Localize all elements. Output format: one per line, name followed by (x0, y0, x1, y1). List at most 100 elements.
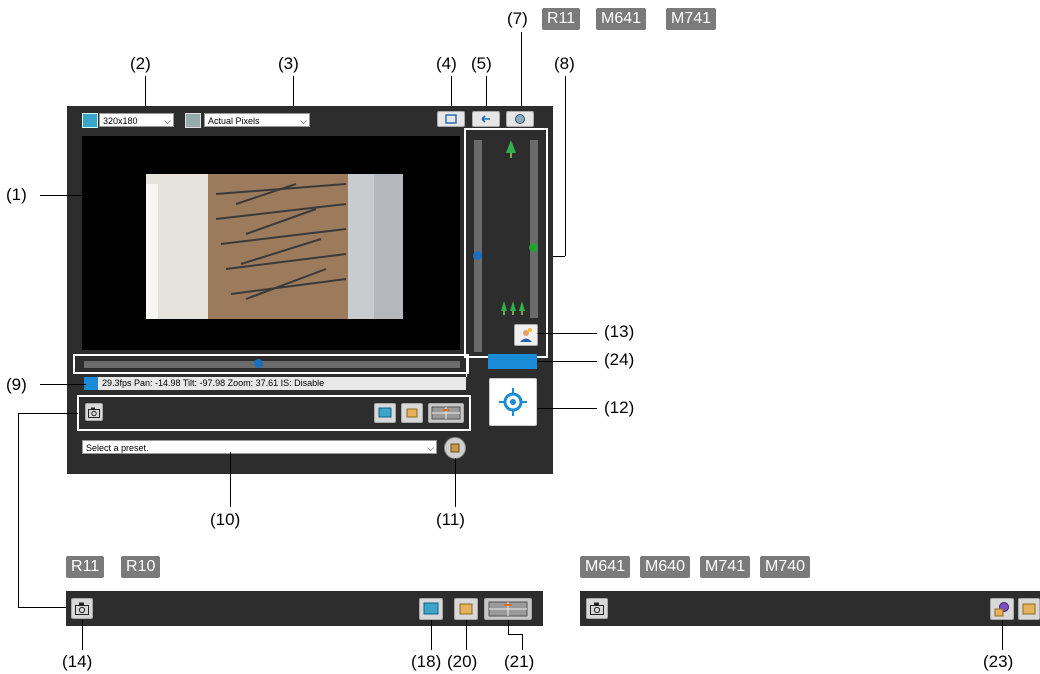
leader-11 (455, 458, 456, 507)
chevron-down-icon: ⌵ (300, 116, 307, 126)
leader-1 (40, 195, 145, 196)
split-button-detail[interactable] (484, 598, 532, 620)
callout-20: (20) (447, 652, 478, 671)
callout-7: (7) (507, 9, 528, 28)
memory-icon (459, 603, 473, 615)
view-mode-icon (378, 407, 392, 418)
leader-7 (521, 32, 522, 111)
camera-image (146, 174, 403, 319)
status-text: 29.3fps Pan: -14.98 Tilt: -97.98 Zoom: 3… (102, 378, 325, 388)
control-privilege-bar (488, 354, 537, 369)
video-size-select[interactable]: 320x180 ⌵ (99, 113, 174, 127)
memory-button[interactable] (401, 403, 423, 423)
pan-slider[interactable] (84, 361, 460, 368)
split-button[interactable] (428, 403, 464, 423)
backlight-icon (520, 328, 532, 342)
zoom-slider[interactable] (530, 140, 538, 318)
tilt-slider-handle[interactable] (473, 251, 482, 260)
pan-slider-handle[interactable] (254, 359, 263, 368)
badge-right-m641: M641 (580, 556, 631, 578)
callout-11: (11) (436, 510, 465, 529)
badge-top-m641: M641 (596, 8, 647, 30)
view-mode-button[interactable] (374, 403, 396, 423)
tilt-slider[interactable] (474, 140, 482, 352)
chevron-down-icon: ⌵ (164, 116, 171, 126)
leader-toolbar-v (18, 413, 19, 607)
snapshot-button[interactable] (85, 403, 103, 421)
preset-go-button[interactable] (444, 437, 466, 459)
badge-right-m741: M741 (700, 556, 751, 578)
leader-23 (1002, 620, 1003, 650)
leader-toolbar-h1 (18, 413, 78, 414)
memory-button-detail-m[interactable] (1018, 598, 1040, 620)
leader-24 (537, 361, 597, 362)
callout-4: (4) (436, 54, 457, 73)
leader-12 (537, 408, 597, 409)
settings-icon (515, 114, 525, 124)
badge-top-m741: M741 (666, 8, 717, 30)
snapshot-button-detail-m[interactable] (586, 598, 608, 619)
fullscreen-button[interactable] (437, 111, 465, 127)
settings-button[interactable] (506, 111, 534, 127)
callout-18: (18) (411, 652, 442, 671)
callout-10: (10) (210, 510, 241, 529)
callout-5: (5) (471, 54, 492, 73)
back-icon (481, 115, 490, 123)
snapshot-button-detail[interactable] (71, 598, 93, 619)
preset-placeholder: Select a preset. (86, 443, 149, 453)
callout-14: (14) (62, 652, 93, 671)
status-bar: 29.3fps Pan: -14.98 Tilt: -97.98 Zoom: 3… (84, 377, 466, 390)
target-icon (499, 388, 527, 416)
callout-12: (12) (604, 398, 635, 417)
display-size-select[interactable]: Actual Pixels ⌵ (204, 113, 310, 127)
callout-23: (23) (983, 652, 1014, 671)
badge-left-r11: R11 (66, 556, 105, 578)
tele-tree-icon (506, 140, 516, 158)
leader-21-v1 (508, 620, 509, 634)
video-size-icon (82, 113, 98, 128)
preset-select[interactable]: Select a preset. ⌵ (82, 440, 437, 454)
chevron-down-icon: ⌵ (427, 443, 434, 453)
leader-18 (431, 620, 432, 650)
display-size-value: Actual Pixels (208, 116, 260, 126)
fullscreen-icon (445, 114, 457, 124)
toolbar-detail-m-series (580, 591, 1040, 626)
badge-right-m640: M640 (640, 556, 691, 578)
frame-link-line (466, 357, 467, 377)
leader-toolbar-h2 (18, 607, 66, 608)
callout-9: (9) (6, 375, 27, 394)
callout-2: (2) (130, 54, 151, 73)
split-icon (431, 406, 461, 420)
audio-button[interactable] (990, 598, 1014, 620)
wide-trees-icon (501, 301, 525, 315)
leader-10 (230, 452, 231, 507)
callout-1: (1) (6, 185, 27, 204)
badge-right-m740: M740 (760, 556, 811, 578)
backlight-button[interactable] (514, 324, 538, 346)
callout-24: (24) (604, 350, 635, 369)
split-icon (488, 601, 528, 617)
memory-icon (406, 408, 418, 418)
view-mode-button-detail[interactable] (419, 598, 443, 620)
back-button[interactable] (472, 111, 500, 127)
info-icon (84, 377, 98, 390)
zoom-slider-handle[interactable] (529, 243, 538, 252)
memory-button-detail[interactable] (454, 598, 478, 620)
display-size-icon (185, 113, 201, 128)
badge-left-r10: R10 (121, 556, 161, 578)
leader-8 (565, 76, 566, 256)
preset-go-icon (450, 443, 460, 453)
video-size-value: 320x180 (103, 116, 138, 126)
view-mode-icon (423, 602, 439, 615)
callout-13: (13) (604, 322, 635, 341)
badge-top-r11: R11 (542, 8, 581, 30)
camera-icon (590, 602, 604, 615)
leader-9 (40, 384, 86, 385)
callout-3: (3) (278, 54, 299, 73)
leader-14 (82, 620, 83, 650)
leader-21-h (508, 634, 522, 635)
camera-icon (88, 407, 100, 418)
leader-21-v2 (522, 634, 523, 650)
callout-21: (21) (504, 652, 535, 671)
target-button[interactable] (489, 378, 537, 426)
